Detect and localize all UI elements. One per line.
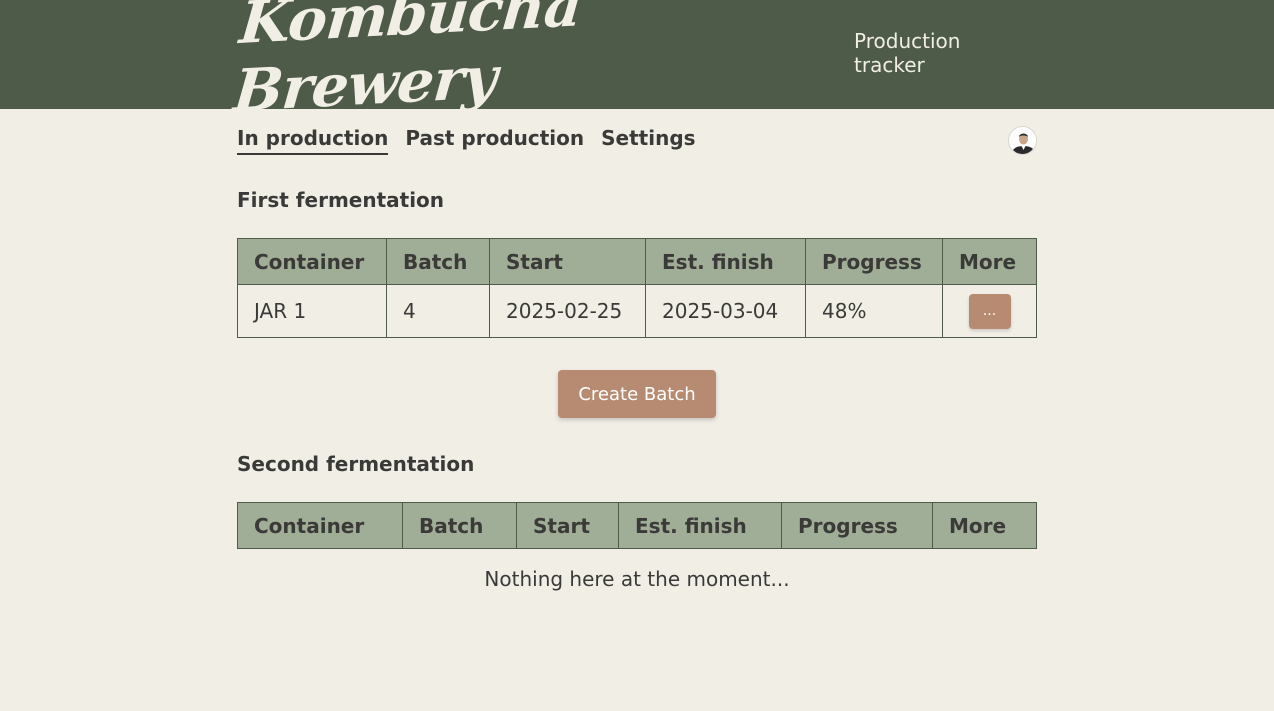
col-start: Start	[516, 502, 619, 549]
col-more: More	[932, 502, 1037, 549]
first-fermentation-table: Container Batch Start Est. finish Progre…	[237, 238, 1037, 338]
nav-tabs: In production Past production Settings	[237, 109, 1037, 171]
first-fermentation-title: First fermentation	[237, 188, 445, 212]
main-content: In production Past production Settings F…	[237, 109, 1037, 591]
table-row: JAR 1 4 2025-02-25 2025-03-04 48% ...	[237, 284, 1037, 338]
cell-start: 2025-02-25	[489, 284, 646, 338]
table-header-row: Container Batch Start Est. finish Progre…	[237, 238, 1037, 285]
create-batch-wrap: Create Batch	[237, 370, 1037, 418]
header-subtitle: Production tracker	[854, 28, 961, 77]
cell-progress: 48%	[805, 284, 943, 338]
cell-more: ...	[942, 284, 1037, 338]
tab-past-production[interactable]: Past production	[405, 126, 584, 155]
col-container: Container	[237, 238, 387, 285]
brand-logo[interactable]: Kombucha Brewery	[231, 0, 864, 124]
tab-settings[interactable]: Settings	[601, 126, 695, 155]
tab-in-production[interactable]: In production	[237, 126, 389, 155]
col-est-finish: Est. finish	[645, 238, 806, 285]
col-est-finish: Est. finish	[618, 502, 782, 549]
more-button[interactable]: ...	[968, 293, 1011, 329]
col-batch: Batch	[386, 238, 490, 285]
col-progress: Progress	[805, 238, 943, 285]
second-fermentation-table: Container Batch Start Est. finish Progre…	[237, 502, 1037, 549]
user-avatar-icon[interactable]	[1008, 126, 1037, 155]
table-header-row: Container Batch Start Est. finish Progre…	[237, 502, 1037, 549]
cell-est-finish: 2025-03-04	[645, 284, 806, 338]
cell-batch: 4	[386, 284, 490, 338]
col-batch: Batch	[402, 502, 517, 549]
app-header: Kombucha Brewery Production tracker	[0, 0, 1274, 124]
second-fermentation-title: Second fermentation	[237, 452, 475, 476]
col-start: Start	[489, 238, 646, 285]
cell-container: JAR 1	[237, 284, 387, 338]
create-batch-button[interactable]: Create Batch	[558, 370, 716, 418]
col-progress: Progress	[781, 502, 933, 549]
empty-state-message: Nothing here at the moment...	[484, 567, 790, 591]
col-more: More	[942, 238, 1037, 285]
col-container: Container	[237, 502, 403, 549]
